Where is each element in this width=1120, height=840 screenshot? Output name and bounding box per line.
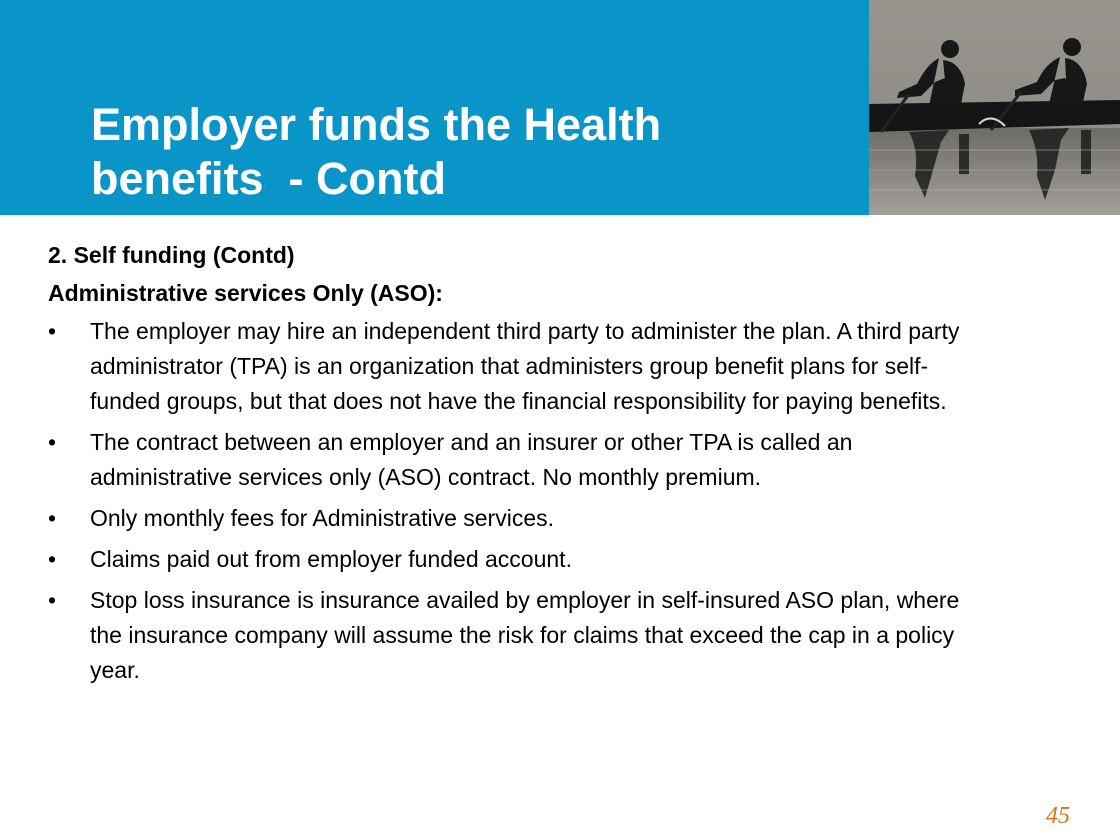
section-heading: 2. Self funding (Contd) <box>48 242 295 268</box>
rowers-photo <box>869 0 1120 215</box>
page-number: 45 <box>1046 803 1070 829</box>
bullet-dot: • <box>48 505 57 531</box>
slide-body: 2. Self funding (Contd) Administrative s… <box>48 236 1048 694</box>
bullet-list: • The employer may hire an independent t… <box>48 314 1048 688</box>
bullet-item: • Stop loss insurance is insurance avail… <box>48 583 990 688</box>
bullet-item: • The employer may hire an independent t… <box>48 314 990 419</box>
bullet-dot: • <box>48 546 57 572</box>
bullet-dot: • <box>48 318 57 344</box>
slide-title-line-1: Employer funds the Health <box>91 99 662 150</box>
bullet-item: • Only monthly fees for Administrative s… <box>48 501 990 536</box>
bullet-text: Stop loss insurance is insurance availed… <box>90 587 960 683</box>
bullet-item: • The contract between an employer and a… <box>48 425 990 495</box>
bullet-text: The employer may hire an independent thi… <box>90 318 960 414</box>
bullet-text: The contract between an employer and an … <box>90 429 853 490</box>
bullet-dot: • <box>48 429 57 455</box>
bullet-text: Only monthly fees for Administrative ser… <box>90 505 554 531</box>
bullet-item: • Claims paid out from employer funded a… <box>48 542 990 577</box>
slide-title: Employer funds the Health benefits - Con… <box>91 98 851 206</box>
subsection-heading: Administrative services Only (ASO): <box>48 280 443 306</box>
bullet-dot: • <box>48 587 57 613</box>
bullet-text: Claims paid out from employer funded acc… <box>90 546 572 572</box>
slide-title-line-2: benefits - Contd <box>91 153 446 204</box>
